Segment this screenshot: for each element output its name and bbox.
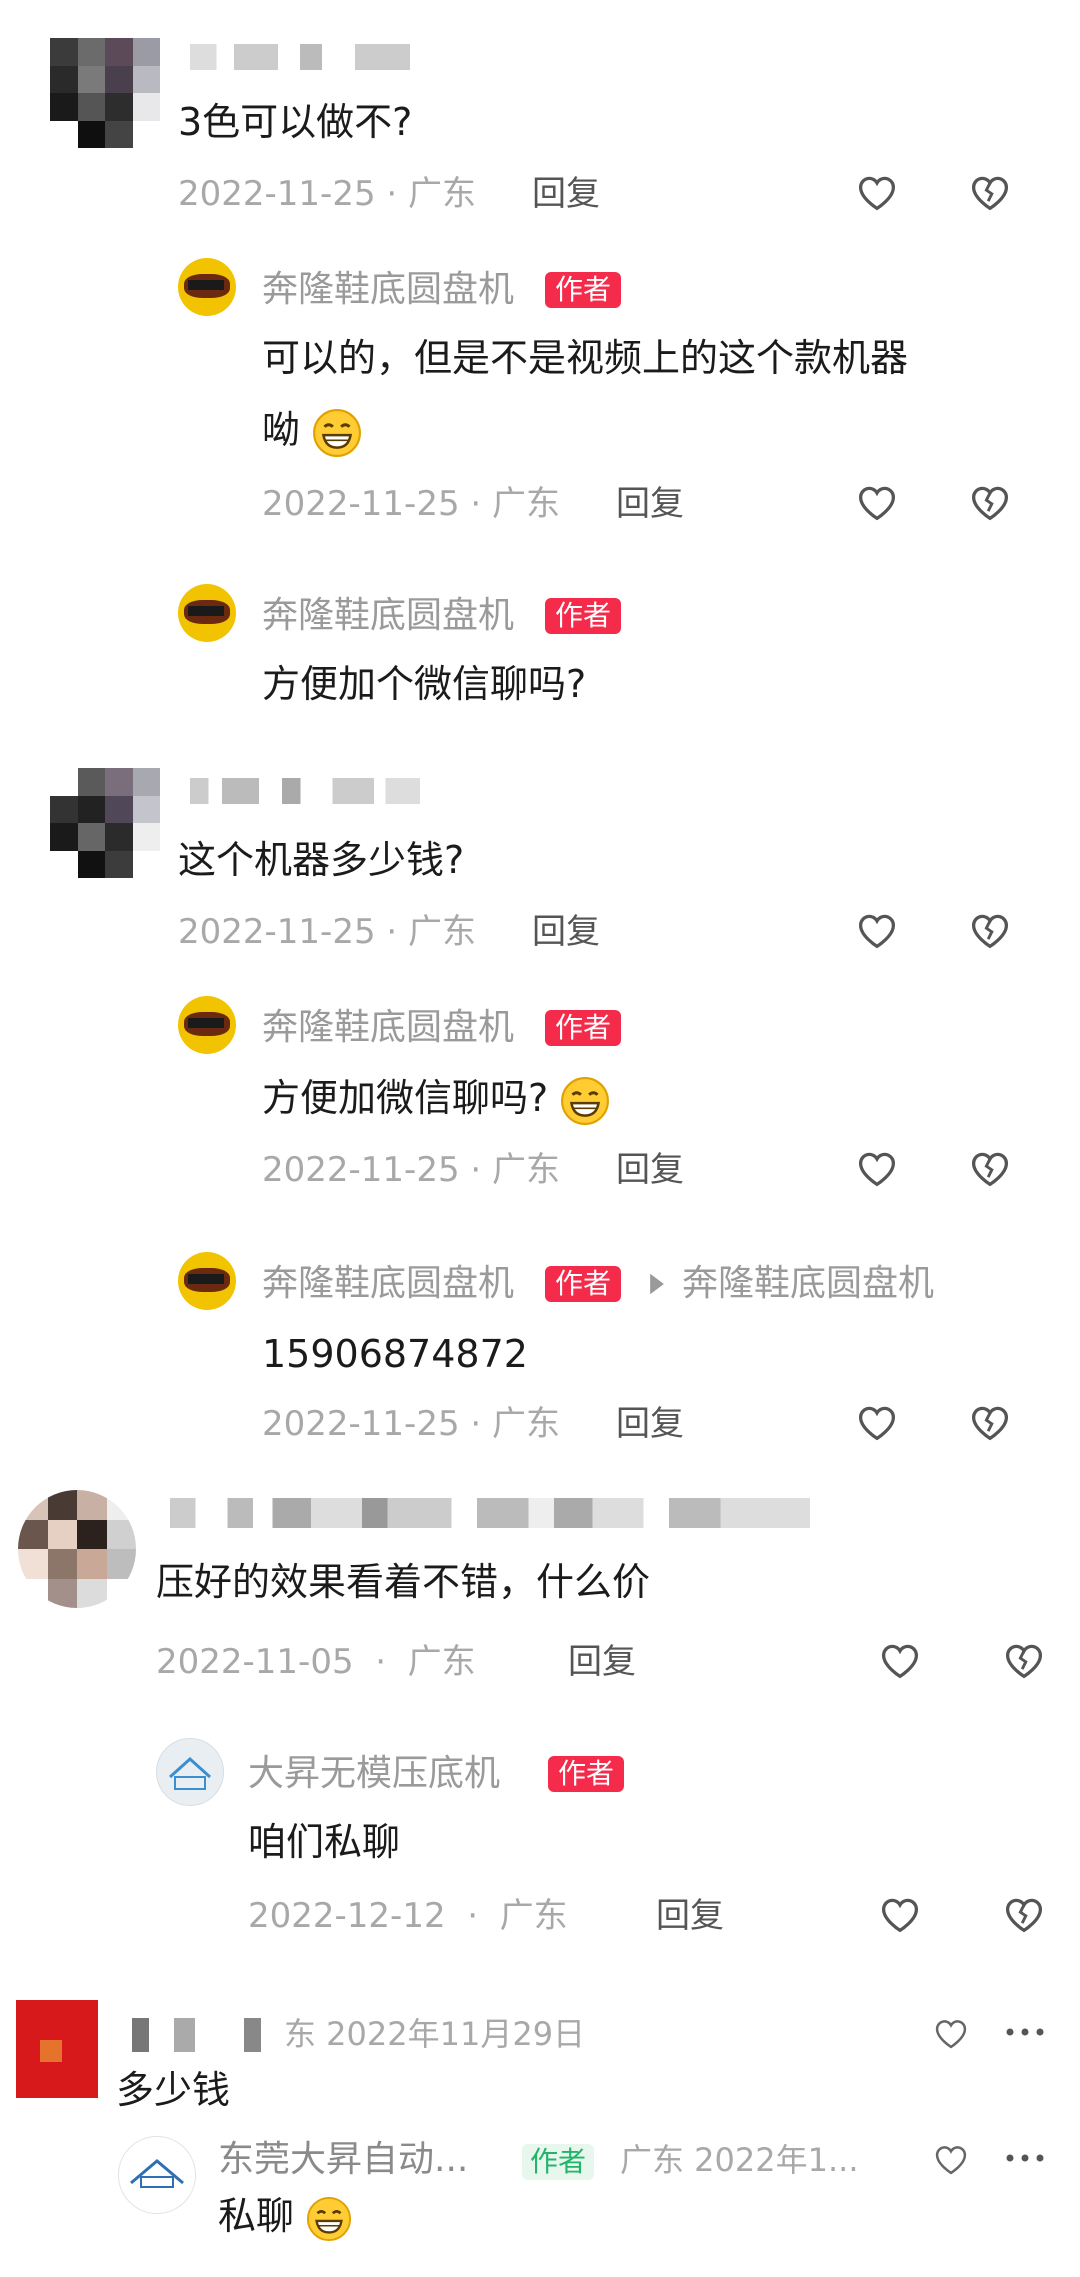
reply-button[interactable]: 回复: [656, 1894, 724, 1938]
reply-author-name[interactable]: 大昇无模压底机: [248, 1752, 500, 1796]
reply-author-name[interactable]: 奔隆鞋底圆盘机: [262, 1262, 514, 1306]
broken-heart-icon[interactable]: [968, 482, 1012, 522]
comment-meta: 2022-11-25 · 广东: [178, 912, 477, 952]
reply-button[interactable]: 回复: [532, 910, 600, 954]
reply-button[interactable]: 回复: [616, 482, 684, 526]
reply-text: 方便加微信聊吗?: [262, 1070, 610, 1126]
reply-meta: 2022-11-25 · 广东: [262, 484, 561, 524]
author-badge: 作者: [545, 1010, 622, 1046]
username-redacted: [190, 44, 410, 70]
broken-heart-icon[interactable]: [1002, 1640, 1046, 1680]
comment-text: 这个机器多少钱?: [178, 838, 465, 882]
author-badge: 作者: [548, 1756, 625, 1792]
heart-icon[interactable]: [855, 482, 899, 522]
reply-meta: 2022-12-12 · 广东: [248, 1896, 568, 1936]
broken-heart-icon[interactable]: [968, 172, 1012, 212]
grin-emoji: [307, 2196, 352, 2241]
heart-icon[interactable]: [878, 1894, 922, 1934]
heart-icon[interactable]: [932, 2016, 970, 2050]
avatar[interactable]: [50, 38, 160, 148]
reply-button[interactable]: 回复: [532, 172, 600, 216]
comment-text: 压好的效果看着不错，什么价: [156, 1560, 651, 1604]
broken-heart-icon[interactable]: [968, 1148, 1012, 1188]
avatar[interactable]: [118, 2136, 196, 2214]
username-redacted: [190, 778, 420, 804]
avatar[interactable]: [178, 258, 236, 316]
reply-to-name[interactable]: 奔隆鞋底圆盘机: [682, 1262, 934, 1306]
heart-icon[interactable]: [878, 1640, 922, 1680]
reply-button[interactable]: 回复: [616, 1402, 684, 1446]
author-badge: 作者: [522, 2144, 595, 2180]
broken-heart-icon[interactable]: [1002, 1894, 1046, 1934]
avatar[interactable]: [16, 2000, 98, 2098]
broken-heart-icon[interactable]: [968, 1402, 1012, 1442]
grin-emoji: [313, 408, 362, 457]
avatar[interactable]: [156, 1738, 224, 1806]
broken-heart-icon[interactable]: [968, 910, 1012, 950]
author-badge: 作者: [545, 272, 622, 308]
reply-author-name[interactable]: 东莞大昇自动...: [218, 2138, 468, 2182]
more-icon[interactable]: [1004, 2024, 1046, 2040]
reply-text: 15906874872: [262, 1332, 528, 1376]
reply-meta: 2022-11-25 · 广东: [262, 1404, 561, 1444]
heart-icon[interactable]: [855, 1402, 899, 1442]
username-redacted: [170, 1498, 810, 1528]
avatar[interactable]: [18, 1490, 136, 1608]
comment-meta: 2022-11-25 · 广东: [178, 174, 477, 214]
avatar[interactable]: [50, 768, 160, 878]
comment-text: 3色可以做不?: [178, 100, 413, 144]
username-redacted: [132, 2018, 272, 2052]
more-icon[interactable]: [1004, 2150, 1046, 2166]
comment-text: 多少钱: [116, 2068, 231, 2112]
reply-text: 可以的，但是不是视频上的这个款机器: [262, 336, 909, 380]
reply-author-name[interactable]: 奔隆鞋底圆盘机: [262, 268, 514, 312]
reply-meta: 广东 2022年1...: [620, 2141, 859, 2179]
reply-button[interactable]: 回复: [568, 1640, 636, 1684]
heart-icon[interactable]: [932, 2142, 970, 2176]
author-badge: 作者: [545, 598, 622, 634]
reply-text: 咱们私聊: [248, 1820, 401, 1864]
heart-icon[interactable]: [855, 910, 899, 950]
reply-meta: 2022-11-25 · 广东: [262, 1150, 561, 1190]
reply-author-name[interactable]: 奔隆鞋底圆盘机: [262, 1006, 514, 1050]
reply-text: 私聊: [218, 2188, 352, 2244]
author-badge: 作者: [545, 1266, 622, 1302]
reply-arrow-icon: [650, 1273, 664, 1295]
avatar[interactable]: [178, 1252, 236, 1310]
heart-icon[interactable]: [855, 172, 899, 212]
heart-icon[interactable]: [855, 1148, 899, 1188]
reply-text: 方便加个微信聊吗?: [262, 662, 587, 706]
reply-author-name[interactable]: 奔隆鞋底圆盘机: [262, 594, 514, 638]
grin-emoji: [561, 1076, 610, 1125]
avatar[interactable]: [178, 584, 236, 642]
avatar[interactable]: [178, 996, 236, 1054]
reply-text-line2: 呦: [262, 402, 362, 458]
reply-button[interactable]: 回复: [616, 1148, 684, 1192]
comment-meta: 2022-11-05 · 广东: [156, 1642, 476, 1682]
comment-meta: 东 2022年11月29日: [284, 2015, 586, 2053]
